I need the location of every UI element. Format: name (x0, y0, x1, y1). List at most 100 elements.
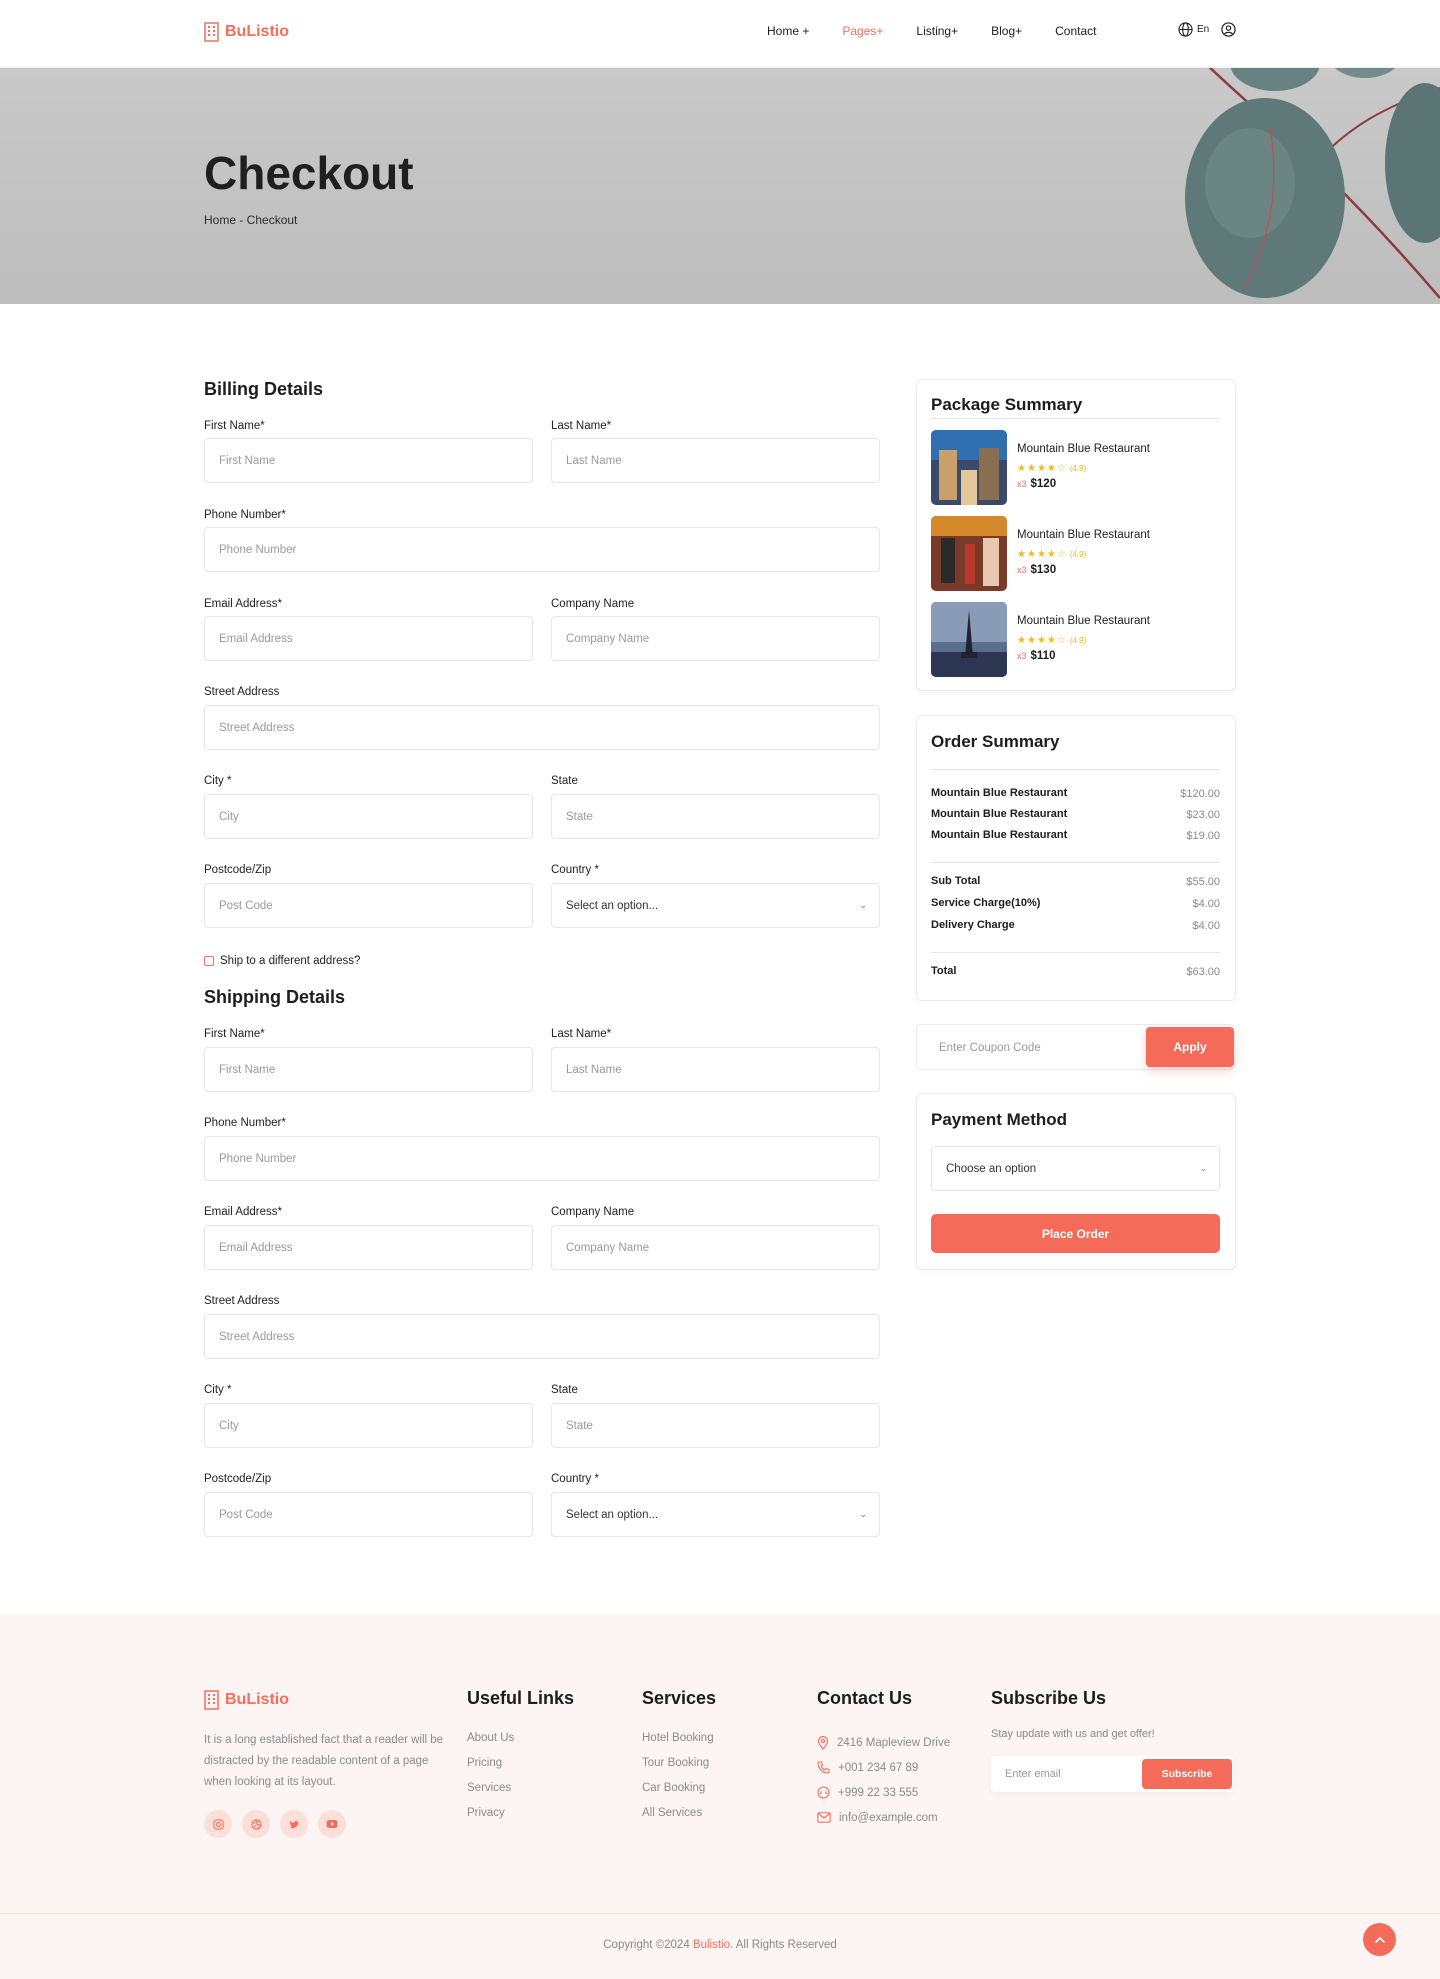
order-item-price: $19.00 (1186, 830, 1220, 842)
shipping-phone-input[interactable]: Phone Number (204, 1136, 880, 1181)
star-outline-icon: ☆ (1056, 635, 1066, 646)
footer-link-tour[interactable]: Tour Booking (642, 1757, 714, 1782)
billing-country-label: Country * (551, 864, 599, 876)
shipping-last-name-input[interactable]: Last Name (551, 1047, 880, 1092)
copyright-brand[interactable]: Bulistio (693, 1939, 730, 1951)
star-icon: ★ (1026, 635, 1036, 646)
chevron-down-icon: ⌄ (1199, 1163, 1207, 1173)
billing-state-input[interactable]: State (551, 794, 880, 839)
contact-email[interactable]: info@example.com (817, 1805, 950, 1830)
divider (931, 952, 1220, 953)
footer-link-all-services[interactable]: All Services (642, 1807, 714, 1832)
star-icon: ★ (1017, 635, 1026, 646)
shipping-city-label: City * (204, 1384, 232, 1396)
footer-about-text: It is a long established fact that a rea… (204, 1734, 444, 1788)
shipping-country-select[interactable]: Select an option... ⌄ (551, 1492, 880, 1537)
coupon-input[interactable]: Enter Coupon Code (939, 1042, 1041, 1054)
shipping-state-input[interactable]: State (551, 1403, 880, 1448)
star-icon: ★ (1036, 463, 1046, 474)
nav-pages[interactable]: Pages+ (842, 24, 883, 38)
shipping-email-label: Email Address* (204, 1206, 282, 1218)
scroll-to-top-button[interactable] (1363, 1923, 1396, 1956)
star-icon: ★ (1036, 635, 1046, 646)
contact-phone-2[interactable]: +999 22 33 555 (817, 1780, 950, 1805)
nav-listing[interactable]: Listing+ (916, 24, 958, 38)
order-item-name: Mountain Blue Restaurant (931, 787, 1068, 799)
footer-link-car[interactable]: Car Booking (642, 1782, 714, 1807)
star-icon: ★ (1017, 549, 1026, 560)
instagram-icon[interactable] (204, 1810, 232, 1838)
user-account-icon[interactable] (1221, 22, 1236, 42)
billing-company-input[interactable]: Company Name (551, 616, 880, 661)
footer-link-hotel[interactable]: Hotel Booking (642, 1732, 714, 1757)
package-name[interactable]: Mountain Blue Restaurant (1017, 443, 1150, 455)
package-name[interactable]: Mountain Blue Restaurant (1017, 615, 1150, 627)
footer-brand-name: BuListio (225, 1691, 289, 1708)
footer-link-pricing[interactable]: Pricing (467, 1757, 514, 1782)
star-outline-icon: ☆ (1056, 549, 1066, 560)
shipping-street-label: Street Address (204, 1295, 280, 1307)
shipping-email-input[interactable]: Email Address (204, 1225, 533, 1270)
subscribe-button[interactable]: Subscribe (1142, 1759, 1232, 1789)
twitter-icon[interactable] (280, 1810, 308, 1838)
language-selector[interactable]: En (1178, 22, 1209, 37)
rating-stars: ★ ★ ★ ★ ☆ (4.9) (1017, 463, 1086, 474)
star-icon: ★ (1046, 635, 1056, 646)
order-summary-card (916, 715, 1236, 1001)
logo[interactable]: BuListio (204, 22, 289, 42)
nav-contact[interactable]: Contact (1055, 24, 1096, 38)
package-summary-title: Package Summary (931, 395, 1083, 414)
payment-method-title: Payment Method (931, 1110, 1068, 1129)
nav-blog[interactable]: Blog+ (991, 24, 1022, 38)
place-order-button[interactable]: Place Order (931, 1214, 1220, 1253)
checkbox-box[interactable] (204, 956, 214, 966)
navbar: BuListio Home + Pages+ Listing+ Blog+ Co… (0, 0, 1440, 68)
shipping-street-input[interactable]: Street Address (204, 1314, 880, 1359)
footer: BuListio It is a long established fact t… (0, 1614, 1440, 1979)
ship-different-checkbox[interactable]: Ship to a different address? (204, 955, 360, 967)
useful-links-title: Useful Links (467, 1688, 575, 1708)
shipping-city-input[interactable]: City (204, 1403, 533, 1448)
subscribe-email-input[interactable]: Enter email (1005, 1768, 1061, 1780)
package-name[interactable]: Mountain Blue Restaurant (1017, 529, 1150, 541)
billing-title: Billing Details (204, 379, 324, 399)
star-icon: ★ (1046, 549, 1056, 560)
youtube-icon[interactable] (318, 1810, 346, 1838)
page-hero: Checkout Home - Checkout (0, 68, 1440, 304)
billing-phone-input[interactable]: Phone Number (204, 527, 880, 572)
billing-last-name-input[interactable]: Last Name (551, 438, 880, 483)
order-item-price: $120.00 (1180, 788, 1220, 800)
footer-link-about[interactable]: About Us (467, 1732, 514, 1757)
dribbble-icon[interactable] (242, 1810, 270, 1838)
breadcrumb: Home - Checkout (204, 213, 298, 227)
billing-city-input[interactable]: City (204, 794, 533, 839)
rating-value: (4.9) (1069, 550, 1087, 559)
shipping-first-name-input[interactable]: First Name (204, 1047, 533, 1092)
footer-link-privacy[interactable]: Privacy (467, 1807, 514, 1832)
footer-logo[interactable]: BuListio (204, 1690, 289, 1710)
footer-link-services[interactable]: Services (467, 1782, 514, 1807)
contact-address: 2416 Mapleview Drive (817, 1730, 950, 1755)
chevron-down-icon: ⌄ (859, 1509, 867, 1519)
billing-email-input[interactable]: Email Address (204, 616, 533, 661)
payment-method-select[interactable]: Choose an option ⌄ (931, 1146, 1220, 1191)
apply-coupon-button[interactable]: Apply (1146, 1027, 1234, 1067)
total-label: Total (931, 965, 957, 977)
service-charge-value: $4.00 (1192, 898, 1220, 910)
billing-country-select[interactable]: Select an option... ⌄ (551, 883, 880, 928)
rating-stars: ★ ★ ★ ★ ☆ (4.9) (1017, 635, 1086, 646)
contact-phone[interactable]: +001 234 67 89 (817, 1755, 950, 1780)
brand-name: BuListio (225, 23, 289, 40)
shipping-company-input[interactable]: Company Name (551, 1225, 880, 1270)
contact-address-text: 2416 Mapleview Drive (837, 1736, 951, 1749)
package-image (931, 602, 1007, 677)
billing-postcode-input[interactable]: Post Code (204, 883, 533, 928)
subscribe-form: Enter email Subscribe (991, 1756, 1233, 1792)
package-price-value: $110 (1030, 650, 1056, 662)
shipping-postcode-input[interactable]: Post Code (204, 1492, 533, 1537)
billing-first-name-input[interactable]: First Name (204, 438, 533, 483)
nav-home[interactable]: Home + (767, 24, 809, 38)
subtotal-label: Sub Total (931, 875, 981, 887)
billing-last-name-label: Last Name* (551, 420, 612, 432)
billing-street-input[interactable]: Street Address (204, 705, 880, 750)
